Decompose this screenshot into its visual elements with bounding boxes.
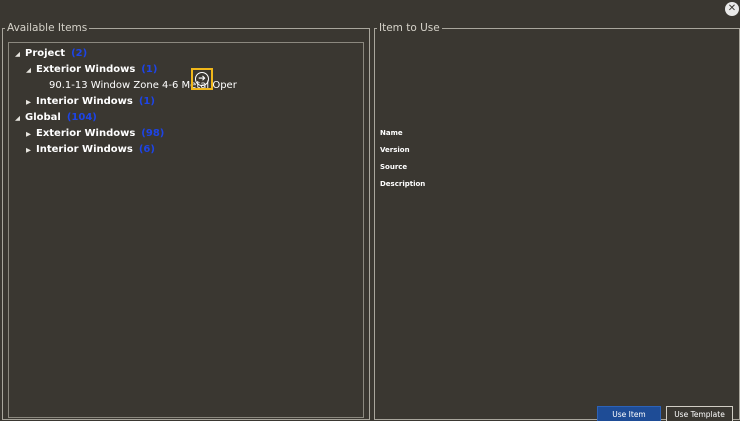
use-selected-item-button[interactable]: ➔ [191, 68, 213, 90]
tree-node-count: (6) [138, 144, 155, 155]
description-label: Description [380, 180, 426, 188]
close-icon[interactable]: ✕ [725, 2, 739, 16]
tree-node-label: Project [25, 48, 66, 59]
arrow-right-circle-icon: ➔ [195, 72, 209, 86]
tree-node-label: Global [25, 112, 61, 123]
use-item-button[interactable]: Use Item [597, 406, 661, 421]
tree-node-label: Exterior Windows [36, 128, 136, 139]
tree-node-global-interior-windows[interactable]: ▶ Interior Windows (6) [26, 144, 155, 155]
tree-node-label: Exterior Windows [36, 64, 136, 75]
tree-node-count: (98) [141, 128, 165, 139]
collapsed-triangle-icon[interactable]: ▶ [26, 130, 36, 138]
expanded-triangle-icon[interactable]: ◢ [15, 114, 25, 122]
collapsed-triangle-icon[interactable]: ▶ [26, 98, 36, 106]
source-label: Source [380, 163, 408, 171]
available-items-panel: Available Items ◢ Project (2) ◢ Exterior… [2, 22, 370, 420]
expanded-triangle-icon[interactable]: ◢ [26, 66, 36, 74]
name-label: Name [380, 129, 403, 137]
tree-node-count: (2) [71, 48, 88, 59]
tree-node-global[interactable]: ◢ Global (104) [15, 112, 97, 123]
library-dialog: ✕ Available Items ◢ Project (2) ◢ Exteri… [0, 0, 740, 421]
tree-node-project-exterior-windows[interactable]: ◢ Exterior Windows (1) [26, 64, 157, 75]
item-to-use-legend: Item to Use [379, 22, 440, 34]
tree-node-label: Interior Windows [36, 144, 133, 155]
tree-node-project[interactable]: ◢ Project (2) [15, 48, 87, 59]
tree-node-label: Interior Windows [36, 96, 133, 107]
tree-node-global-exterior-windows[interactable]: ▶ Exterior Windows (98) [26, 128, 164, 139]
tree-node-count: (1) [141, 64, 158, 75]
tree-node-project-interior-windows[interactable]: ▶ Interior Windows (1) [26, 96, 155, 107]
tree-node-count: (1) [138, 96, 155, 107]
version-label: Version [380, 146, 410, 154]
use-template-button[interactable]: Use Template [666, 406, 733, 421]
available-items-tree[interactable]: ◢ Project (2) ◢ Exterior Windows (1) 90.… [8, 42, 364, 418]
expanded-triangle-icon[interactable]: ◢ [15, 50, 25, 58]
tree-node-count: (104) [66, 112, 97, 123]
collapsed-triangle-icon[interactable]: ▶ [26, 146, 36, 154]
item-to-use-panel: Item to Use Name Version Source Descript… [374, 22, 740, 421]
available-items-legend: Available Items [7, 22, 88, 34]
